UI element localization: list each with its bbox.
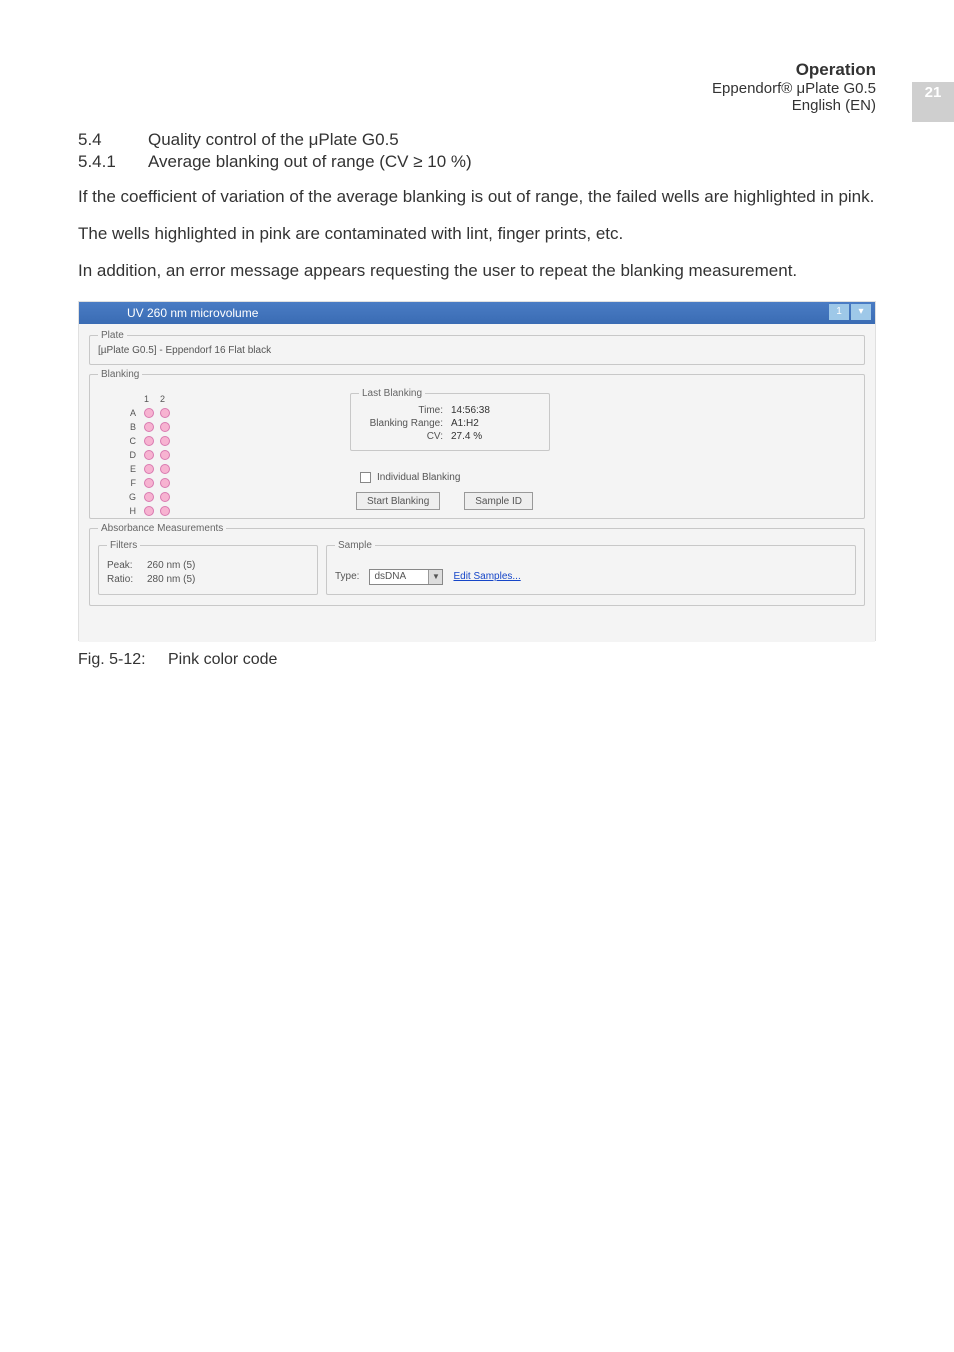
body-paragraph-1: If the coefficient of variation of the a… bbox=[78, 186, 876, 209]
well-h1[interactable] bbox=[144, 506, 154, 516]
well-g1[interactable] bbox=[144, 492, 154, 502]
last-blanking-legend: Last Blanking bbox=[359, 388, 425, 399]
lb-range-val: A1:H2 bbox=[451, 418, 479, 429]
well-row-b-label: B bbox=[124, 422, 136, 432]
well-row-d-label: D bbox=[124, 450, 136, 460]
filters-legend: Filters bbox=[107, 540, 140, 551]
sample-group: Sample Type: dsDNA ▼ Edit Samples... bbox=[326, 540, 856, 595]
titlebar-badge[interactable]: 1 bbox=[829, 304, 849, 320]
sample-id-button[interactable]: Sample ID bbox=[464, 492, 533, 510]
well-f1[interactable] bbox=[144, 478, 154, 488]
lb-range-key: Blanking Range: bbox=[359, 418, 443, 429]
window-titlebar: UV 260 nm microvolume 1 ▾ bbox=[79, 302, 875, 324]
section-title-5-4-1: Average blanking out of range (CV ≥ 10 %… bbox=[148, 152, 472, 172]
well-col-2: 2 bbox=[160, 394, 176, 404]
well-d1[interactable] bbox=[144, 450, 154, 460]
app-screenshot: UV 260 nm microvolume 1 ▾ Plate [µPlate … bbox=[78, 301, 876, 641]
blanking-legend: Blanking bbox=[98, 369, 142, 380]
lb-cv-key: CV: bbox=[359, 431, 443, 442]
body-paragraph-3: In addition, an error message appears re… bbox=[78, 260, 876, 283]
section-title-5-4: Quality control of the μPlate G0.5 bbox=[148, 130, 399, 150]
sample-type-select[interactable]: dsDNA ▼ bbox=[369, 569, 443, 585]
well-g2[interactable] bbox=[160, 492, 170, 502]
last-blanking-group: Last Blanking Time: 14:56:38 Blanking Ran… bbox=[350, 388, 550, 451]
well-row-a-label: A bbox=[124, 408, 136, 418]
edit-samples-link[interactable]: Edit Samples... bbox=[453, 571, 520, 582]
well-a1[interactable] bbox=[144, 408, 154, 418]
header-section-title: Operation bbox=[576, 60, 876, 80]
well-row-f-label: F bbox=[124, 478, 136, 488]
absorbance-group: Absorbance Measurements Filters Peak:260… bbox=[89, 523, 865, 606]
filters-group: Filters Peak:260 nm (5) Ratio:280 nm (5) bbox=[98, 540, 318, 595]
plate-value: [µPlate G0.5] - Eppendorf 16 Flat black bbox=[98, 345, 856, 356]
well-b1[interactable] bbox=[144, 422, 154, 432]
well-e2[interactable] bbox=[160, 464, 170, 474]
well-row-e-label: E bbox=[124, 464, 136, 474]
lb-cv-val: 27.4 % bbox=[451, 431, 482, 442]
figure-caption: Pink color code bbox=[168, 651, 277, 669]
plate-group: Plate [µPlate G0.5] - Eppendorf 16 Flat … bbox=[89, 330, 865, 365]
well-c2[interactable] bbox=[160, 436, 170, 446]
figure-number: Fig. 5-12: bbox=[78, 651, 168, 669]
absorbance-legend: Absorbance Measurements bbox=[98, 523, 226, 534]
sample-legend: Sample bbox=[335, 540, 375, 551]
well-col-1: 1 bbox=[144, 394, 160, 404]
blanking-group: Blanking 1 2 A B C D E F G H bbox=[89, 369, 865, 519]
well-f2[interactable] bbox=[160, 478, 170, 488]
well-row-g-label: G bbox=[124, 492, 136, 502]
well-c1[interactable] bbox=[144, 436, 154, 446]
header-product: Eppendorf® μPlate G0.5 bbox=[576, 80, 876, 97]
section-number-5-4: 5.4 bbox=[78, 130, 148, 150]
well-row-c-label: C bbox=[124, 436, 136, 446]
filters-ratio-key: Ratio: bbox=[107, 574, 147, 585]
start-blanking-button[interactable]: Start Blanking bbox=[356, 492, 440, 510]
well-e1[interactable] bbox=[144, 464, 154, 474]
individual-blanking-checkbox[interactable] bbox=[360, 472, 371, 483]
well-a2[interactable] bbox=[160, 408, 170, 418]
plate-legend: Plate bbox=[98, 330, 127, 341]
filters-ratio-val: 280 nm (5) bbox=[147, 574, 195, 585]
well-row-h-label: H bbox=[124, 506, 136, 516]
window-title: UV 260 nm microvolume bbox=[127, 306, 258, 320]
header-language: English (EN) bbox=[576, 97, 876, 114]
chevron-down-icon: ▼ bbox=[428, 570, 442, 584]
filters-peak-val: 260 nm (5) bbox=[147, 560, 195, 571]
filters-peak-key: Peak: bbox=[107, 560, 147, 571]
page-number: 21 bbox=[912, 82, 954, 122]
sample-type-value: dsDNA bbox=[374, 571, 406, 582]
lb-time-key: Time: bbox=[359, 405, 443, 416]
well-h2[interactable] bbox=[160, 506, 170, 516]
body-paragraph-2: The wells highlighted in pink are contam… bbox=[78, 223, 876, 246]
well-grid: 1 2 A B C D E F G H bbox=[124, 392, 176, 518]
titlebar-dropdown-icon[interactable]: ▾ bbox=[851, 304, 871, 320]
well-b2[interactable] bbox=[160, 422, 170, 432]
section-number-5-4-1: 5.4.1 bbox=[78, 152, 148, 172]
individual-blanking-label: Individual Blanking bbox=[377, 472, 460, 483]
lb-time-val: 14:56:38 bbox=[451, 405, 490, 416]
sample-type-key: Type: bbox=[335, 571, 359, 582]
well-d2[interactable] bbox=[160, 450, 170, 460]
